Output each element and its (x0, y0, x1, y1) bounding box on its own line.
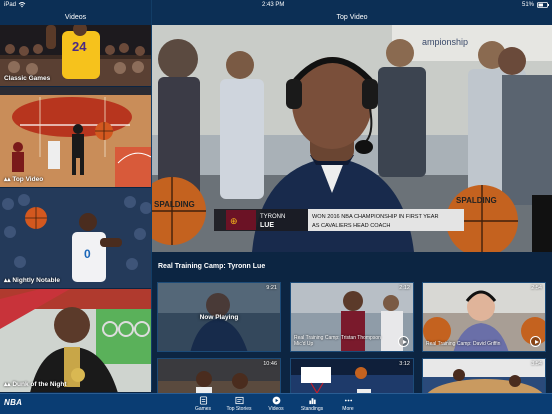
top-stories-icon (234, 396, 244, 405)
category-tile-nightly-notable[interactable]: 0 ▴▴ Nightly Notable (0, 188, 151, 289)
videos-icon (272, 396, 280, 405)
tab-label: More (342, 406, 354, 412)
svg-text:24: 24 (72, 39, 87, 54)
svg-text:SPALDING: SPALDING (456, 196, 497, 205)
category-tile-classic-games[interactable]: 24 Classic Games (0, 25, 151, 87)
top-video-image (0, 87, 151, 187)
video-player[interactable]: ampionship SPALDING SPALDING ⊕ TYRONN LU… (152, 25, 552, 252)
svg-text:TYRONN: TYRONN (260, 214, 285, 220)
svg-text:ampionship: ampionship (422, 37, 468, 47)
video-duration: 9:21 (266, 285, 277, 291)
pane-divider (151, 0, 152, 390)
status-bar: iPad 2:43 PM 51% (0, 0, 552, 10)
video-duration: 2:54 (531, 285, 542, 291)
video-duration: 3:12 (399, 361, 410, 367)
top-video-header: Top Video (336, 14, 368, 21)
tab-games[interactable]: Games (183, 396, 223, 412)
thumbnail-image (291, 359, 413, 393)
video-thumbnail[interactable]: 3:54 (422, 358, 546, 393)
category-tile-top-video[interactable]: ▴▴ Top Video (0, 87, 151, 188)
svg-text:WON 2016 NBA CHAMPIONSHIP IN F: WON 2016 NBA CHAMPIONSHIP IN FIRST YEAR (312, 214, 439, 220)
pane-headers: Videos Top Video (0, 10, 552, 25)
thumbnail-image (423, 359, 545, 393)
dunk-of-the-night-image (0, 289, 151, 392)
svg-text:AS CAVALIERS HEAD COACH: AS CAVALIERS HEAD COACH (312, 223, 390, 229)
tab-label: Top Stories (226, 406, 252, 412)
category-label: Classic Games (4, 75, 51, 82)
video-duration: 2:12 (399, 285, 410, 291)
category-label: ▴▴ Nightly Notable (4, 277, 61, 284)
more-icon (344, 399, 352, 402)
svg-text:⊕: ⊕ (230, 216, 238, 226)
category-label: ▴▴ Dunk of the Night (4, 381, 67, 388)
play-icon (398, 336, 409, 347)
tab-more[interactable]: More (328, 396, 368, 412)
svg-text:0: 0 (84, 247, 91, 261)
video-thumbnail[interactable]: 2:12 Real Training Camp: Tristan Thompso… (290, 282, 414, 352)
video-caption: Real Training Camp: Tristan Thompson Mic… (294, 335, 381, 347)
video-caption: Real Training Camp: David Griffin (426, 341, 501, 347)
device-name: iPad (4, 2, 17, 8)
app-root: iPad 2:43 PM 51% Videos Top Video 24 Cla… (0, 0, 552, 414)
svg-text:SPALDING: SPALDING (154, 200, 195, 209)
video-category-list: 24 Classic Games ▴▴ Top Video 0 ▴▴ Night… (0, 25, 151, 393)
tab-label: Games (194, 406, 212, 412)
video-thumbnail[interactable]: 3:12 (290, 358, 414, 393)
tab-label: Standings (300, 406, 324, 412)
standings-icon (308, 398, 316, 405)
category-label: ▴▴ Top Video (4, 176, 44, 183)
svg-text:LUE: LUE (260, 222, 274, 229)
main-pane: ampionship SPALDING SPALDING ⊕ TYRONN LU… (152, 25, 552, 393)
video-duration: 3:54 (531, 361, 542, 367)
tab-standings[interactable]: Standings (292, 396, 332, 412)
games-icon (199, 396, 207, 405)
now-playing-label: Now Playing (199, 314, 239, 321)
tab-label: Videos (268, 406, 284, 412)
nightly-notable-image: 0 (0, 188, 151, 288)
tab-bar: NBA Games Top Stories Videos Standings M… (0, 393, 552, 414)
videos-header: Videos (64, 14, 87, 21)
video-thumbnail-now-playing[interactable]: 9:21 Now Playing (157, 282, 281, 352)
video-duration: 10:46 (263, 361, 277, 367)
video-thumbnail[interactable]: 10:46 (157, 358, 281, 393)
play-icon (530, 336, 541, 347)
nba-logo: NBA (4, 398, 23, 407)
tab-top-stories[interactable]: Top Stories (219, 396, 259, 412)
video-frame: ampionship SPALDING SPALDING ⊕ TYRONN LU… (152, 25, 552, 252)
battery-percent: 51% (522, 2, 535, 8)
clock: 2:43 PM (262, 2, 285, 8)
video-thumbnail[interactable]: 2:54 Real Training Camp: David Griffin (422, 282, 546, 352)
category-tile-dunk-of-the-night[interactable]: ▴▴ Dunk of the Night (0, 289, 151, 393)
tab-videos[interactable]: Videos (256, 396, 296, 412)
current-video-title: Real Training Camp: Tyronn Lue (152, 252, 552, 282)
